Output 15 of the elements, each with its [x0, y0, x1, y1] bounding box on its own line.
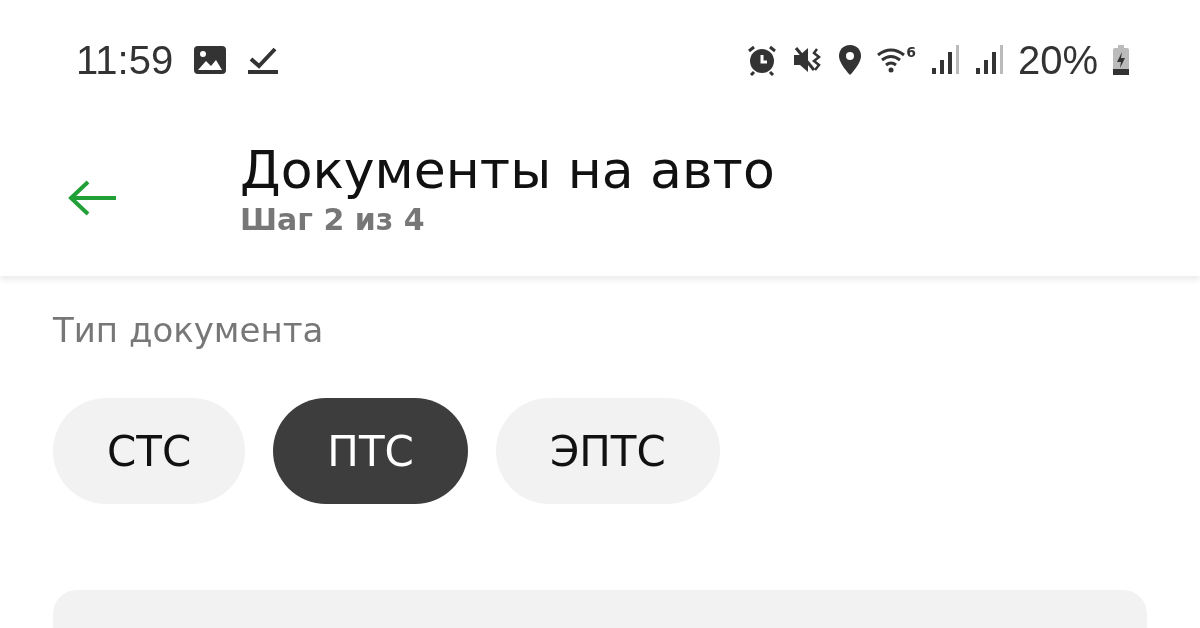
- signal-icon: [973, 44, 1004, 76]
- section-label: Тип документа: [53, 310, 325, 350]
- alarm-icon: [746, 44, 779, 76]
- screen-title: Документы на авто: [240, 139, 775, 200]
- status-time: 11:59: [76, 37, 174, 83]
- signal-icon: [929, 44, 960, 76]
- step-indicator: Шаг 2 из 4: [240, 201, 426, 237]
- document-type-chip[interactable]: ЭПТС: [495, 398, 720, 504]
- battery-percent: 20%: [1017, 37, 1098, 83]
- location-icon: [838, 44, 863, 76]
- document-type-chip[interactable]: ПТС: [273, 398, 468, 504]
- image-icon: [193, 45, 228, 75]
- document-type-chip[interactable]: СТС: [53, 398, 246, 504]
- download-done-icon: [247, 45, 280, 75]
- battery-charging-icon: [1112, 44, 1130, 76]
